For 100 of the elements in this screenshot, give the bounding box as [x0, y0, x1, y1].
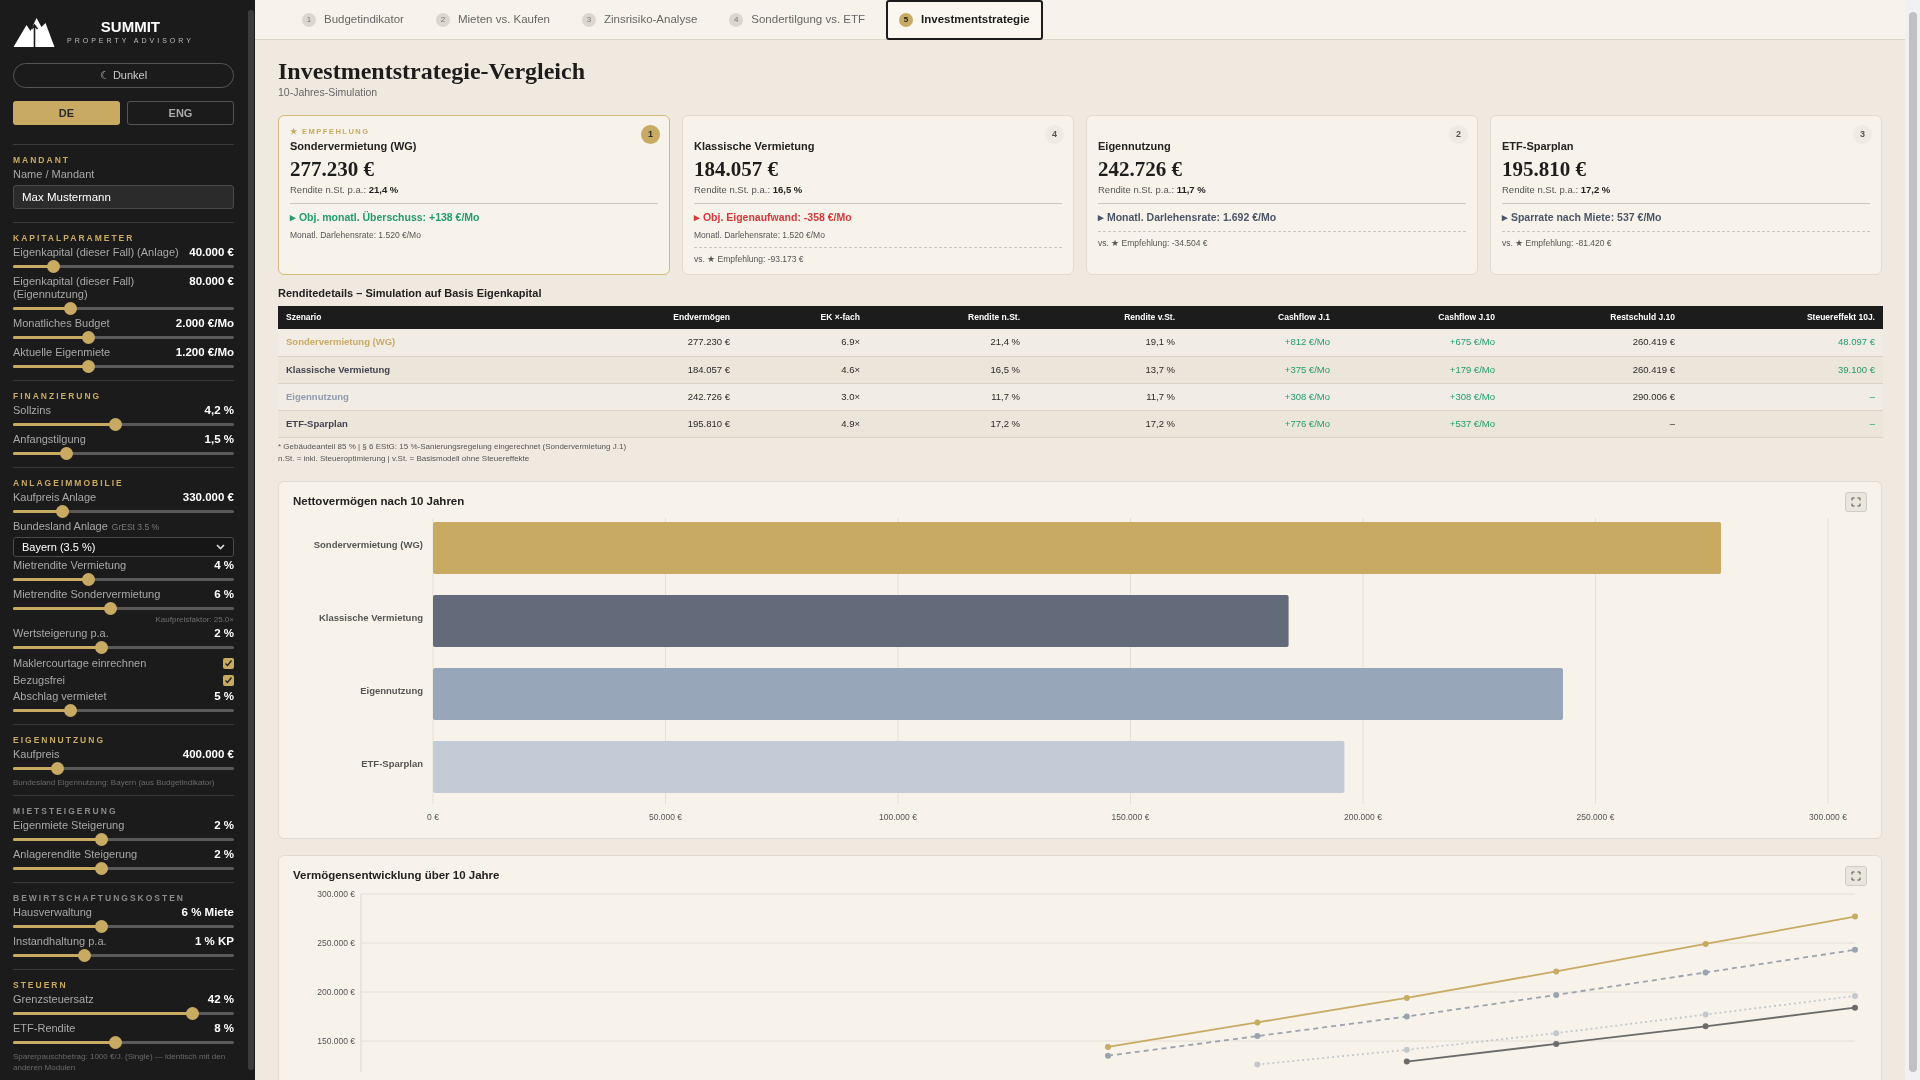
slider-track[interactable] — [13, 418, 234, 431]
category-label: Sondervermietung (WG) — [313, 538, 423, 550]
table-cell: +776 €/Mo — [1183, 410, 1338, 438]
slider-label: Abschlag vermietet — [13, 690, 107, 703]
slider-track[interactable] — [13, 833, 234, 846]
slider-track[interactable] — [13, 360, 234, 373]
slider-thumb[interactable] — [95, 833, 109, 846]
scenario-name: ETF-Sparplan — [1502, 138, 1575, 153]
slider-thumb[interactable] — [60, 447, 74, 460]
slider-thumb[interactable] — [95, 641, 109, 654]
section-title: EIGENNUTZUNG — [13, 734, 106, 746]
tab[interactable]: 4 Sondertilgung vs. ETF — [718, 0, 877, 40]
slider-track[interactable] — [13, 949, 234, 962]
tab[interactable]: 5 Investmentstrategie — [886, 0, 1043, 40]
slider-thumb[interactable] — [108, 418, 122, 431]
table-cell: 290.006 € — [1503, 383, 1683, 411]
state-select[interactable]: Bayern (3.5 %) — [13, 537, 234, 557]
tab[interactable]: 2 Mieten vs. Kaufen — [424, 0, 561, 40]
axis-tick-label: 150.000 € — [1111, 811, 1150, 822]
column-header: Cashflow J.10 — [1338, 306, 1503, 330]
table-cell: +812 €/Mo — [1183, 329, 1338, 357]
slider-track[interactable] — [13, 331, 234, 344]
chevron-icon — [216, 544, 225, 550]
table-cell: 242.726 € — [568, 383, 738, 411]
slider-label: Anlagerendite Steigerung — [13, 848, 138, 861]
page-title: Investmentstrategie-Vergleich — [278, 57, 587, 85]
slider-thumb[interactable] — [46, 260, 60, 273]
slider-track[interactable] — [13, 602, 234, 615]
tab[interactable]: 1 Budgetindikator — [291, 0, 415, 40]
section-title: ANLAGEIMMOBILIE — [13, 477, 125, 489]
data-point — [1702, 969, 1709, 976]
table-cell: 17,2 % — [868, 410, 1028, 438]
slider-label: ETF-Rendite — [13, 1022, 76, 1035]
amount: 195.810 € — [1502, 155, 1587, 183]
slider-track[interactable] — [13, 505, 234, 518]
slider-thumb[interactable] — [108, 1036, 122, 1049]
slider-thumb[interactable] — [95, 862, 109, 875]
slider-track[interactable] — [13, 260, 234, 273]
sidebar-note: Sparerpauschbetrag: 1000 €/J. (Single) — identisch mit den anderen Modulen — [13, 1051, 227, 1073]
slider-thumb[interactable] — [77, 949, 91, 962]
slider-thumb[interactable] — [104, 602, 118, 615]
slider-note: Kaufpreisfaktor: 25.0× — [155, 615, 234, 625]
slider-track[interactable] — [13, 641, 234, 654]
slider-track[interactable] — [13, 762, 234, 775]
chart-title: Nettovermögen nach 10 Jahren — [293, 494, 465, 510]
return-text: Rendite n.St. p.a.: 17,2 % — [1502, 182, 1870, 204]
name-input[interactable]: Max Mustermann — [13, 185, 234, 209]
slider-thumb[interactable] — [82, 573, 96, 586]
slider-thumb[interactable] — [82, 360, 96, 373]
table-cell: 260.419 € — [1503, 356, 1683, 384]
brand-name: SUMMIT — [100, 18, 160, 36]
slider-value: 330.000 € — [182, 491, 234, 504]
checkbox[interactable] — [223, 658, 234, 669]
table-cell: 21,4 % — [868, 329, 1028, 357]
slider-thumb[interactable] — [64, 704, 78, 717]
table-cell: – — [1683, 383, 1883, 411]
column-header: Rendite n.St. — [868, 306, 1028, 330]
slider-track[interactable] — [13, 920, 234, 933]
column-header: Cashflow J.1 — [1183, 306, 1338, 330]
expand-icon — [1851, 496, 1861, 507]
slider-track[interactable] — [13, 704, 234, 717]
slider-label: Kaufpreis — [13, 748, 60, 761]
data-point — [1403, 1013, 1410, 1020]
slider-track[interactable] — [13, 862, 234, 875]
slider-label: Hausverwaltung — [13, 906, 92, 919]
slider-track[interactable] — [13, 447, 234, 460]
slider-label: Anfangstilgung — [13, 433, 86, 446]
slider-track[interactable] — [13, 1036, 234, 1049]
slider-track[interactable] — [13, 1007, 234, 1020]
slider-thumb[interactable] — [55, 505, 69, 518]
highlight-text: ▸ Monatl. Darlehensrate: 1.692 €/Mo — [1098, 210, 1278, 225]
checkbox[interactable] — [223, 675, 234, 686]
field-label: Bundesland Anlage — [13, 520, 108, 533]
rank-badge: 4 — [1045, 124, 1064, 144]
scrollbar[interactable] — [1905, 0, 1920, 1080]
slider-thumb[interactable] — [51, 762, 65, 775]
slider-value: 80.000 € — [189, 275, 234, 288]
table-cell: 277.230 € — [568, 329, 738, 357]
axis-tick-label: 100.000 € — [879, 811, 917, 822]
slider-value: 40.000 € — [189, 246, 234, 259]
slider-thumb[interactable] — [82, 331, 96, 344]
language-button[interactable]: ENG — [127, 101, 234, 125]
table-cell: 4.9× — [738, 410, 868, 438]
footnote: n.St. = inkl. Steueroptimierung | v.St. = Basismodell ohne Steuereffekte — [278, 452, 531, 465]
data-point — [1702, 1011, 1709, 1018]
slider-thumb[interactable] — [64, 302, 78, 315]
return-text: Rendite n.St. p.a.: 16,5 % — [694, 182, 1062, 204]
scrollbar[interactable] — [248, 10, 254, 1070]
slider-label: Eigenkapital (dieser Fall) (Eigennutzung) — [13, 275, 136, 301]
loan-rate-note: Monatl. Darlehensrate: 1.520 €/Mo — [694, 228, 826, 242]
slider-thumb[interactable] — [95, 920, 109, 933]
language-button[interactable]: DE — [13, 101, 120, 125]
tab[interactable]: 3 Zinsrisiko-Analyse — [571, 0, 709, 40]
slider-track[interactable] — [13, 302, 234, 315]
table-cell: 48.097 € — [1683, 329, 1883, 357]
return-text: Rendite n.St. p.a.: 11,7 % — [1098, 182, 1466, 204]
slider-track[interactable] — [13, 573, 234, 586]
slider-thumb[interactable] — [186, 1007, 199, 1020]
table-cell: 16,5 % — [868, 356, 1028, 384]
slider-label: Sollzins — [13, 404, 51, 417]
